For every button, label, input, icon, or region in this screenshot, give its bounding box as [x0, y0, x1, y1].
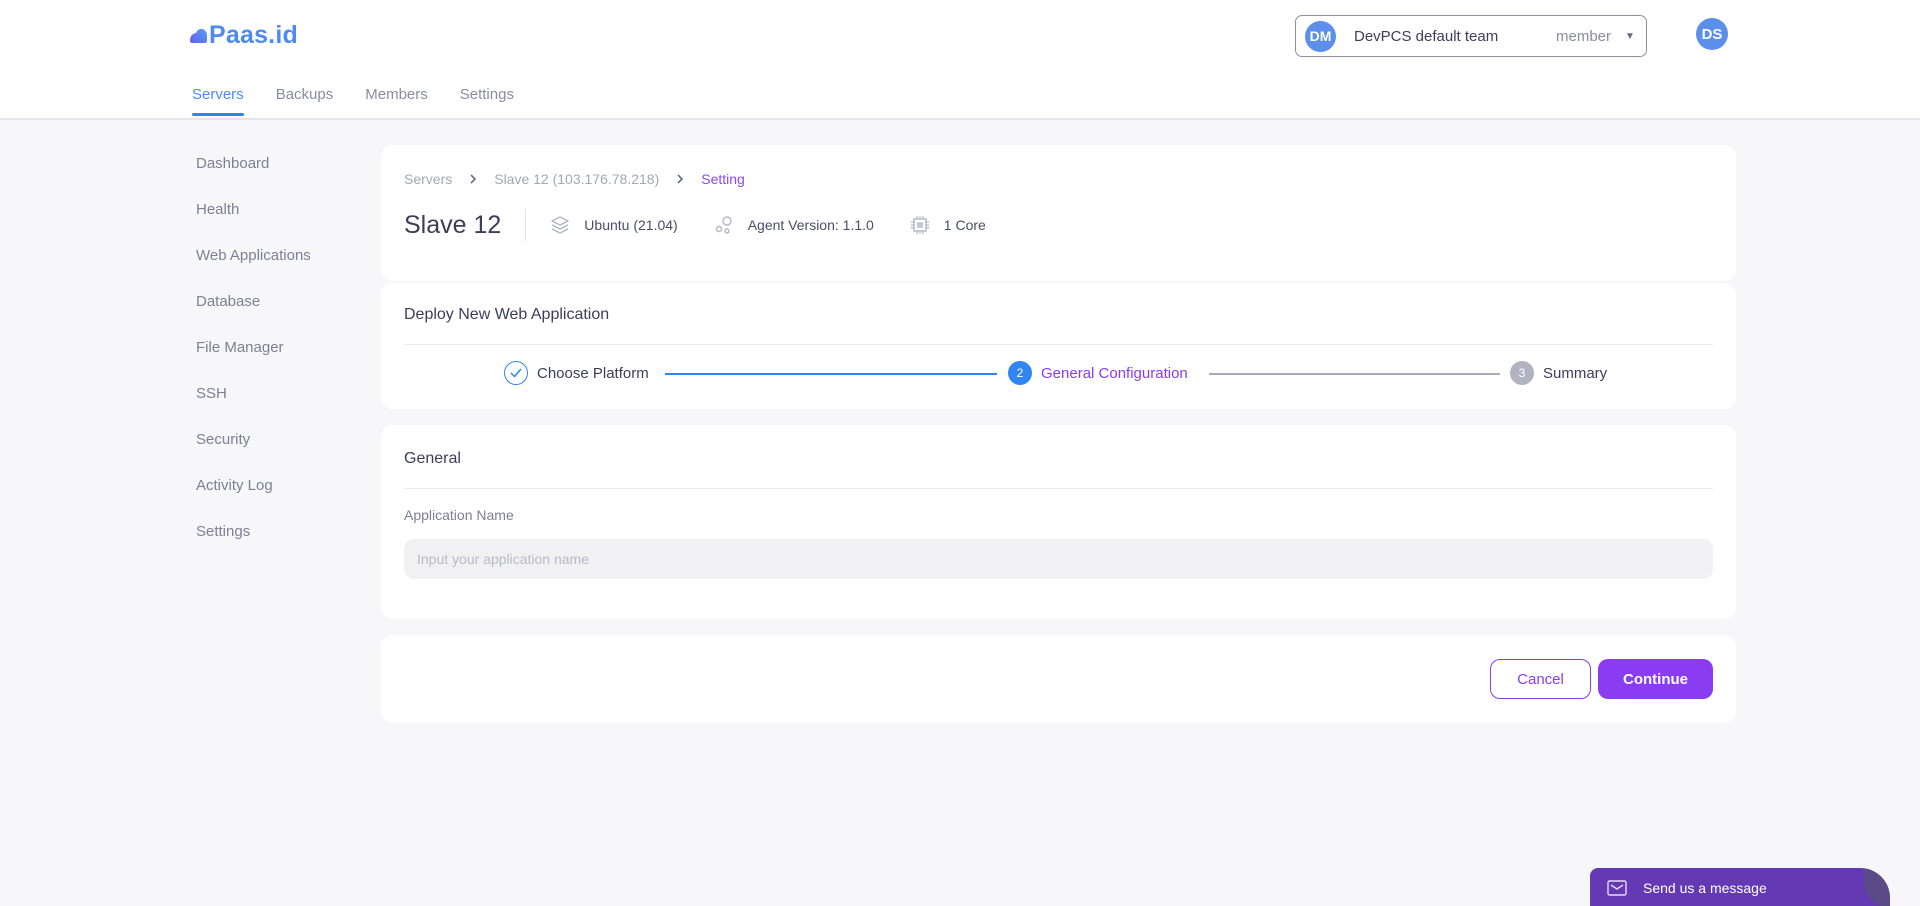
server-summary: Slave 12 Ubuntu (21.04) Agent Version: 1…	[404, 209, 1022, 241]
logo[interactable]: Paas.id	[188, 20, 298, 50]
server-os: Ubuntu (21.04)	[550, 215, 678, 235]
step-summary[interactable]: 3 Summary	[1510, 361, 1607, 385]
cancel-button[interactable]: Cancel	[1490, 659, 1591, 699]
user-avatar[interactable]: DS	[1696, 18, 1728, 50]
divider	[404, 488, 1713, 489]
server-name: Slave 12	[404, 210, 502, 239]
step-connector-complete	[665, 373, 997, 375]
chevron-right-icon	[470, 174, 477, 184]
step-choose-platform[interactable]: Choose Platform	[504, 361, 649, 385]
step-connector-pending	[1209, 373, 1500, 375]
chat-label: Send us a message	[1643, 880, 1767, 896]
agent-version-label: Agent Version: 1.1.0	[747, 217, 874, 233]
breadcrumb: Servers Slave 12 (103.176.78.218) Settin…	[404, 171, 745, 187]
tab-settings[interactable]: Settings	[460, 86, 514, 115]
breadcrumb-servers[interactable]: Servers	[404, 171, 452, 187]
sidebar-item-database[interactable]: Database	[196, 290, 311, 336]
general-title: General	[404, 450, 461, 467]
layers-icon	[551, 216, 570, 234]
agent-icon	[715, 216, 732, 234]
sidebar-item-dashboard[interactable]: Dashboard	[196, 152, 311, 198]
cores-label: 1 Core	[943, 217, 986, 233]
app-name-label: Application Name	[404, 507, 514, 523]
logo-text: Paas.id	[209, 20, 298, 49]
step-general-configuration[interactable]: 2 General Configuration	[1008, 361, 1188, 385]
chat-corner	[1864, 868, 1890, 906]
os-label: Ubuntu (21.04)	[584, 217, 678, 233]
breadcrumb-setting: Setting	[701, 171, 745, 187]
mail-icon	[1607, 880, 1627, 896]
sidebar-item-activity-log[interactable]: Activity Log	[196, 474, 311, 520]
general-card: General Application Name	[381, 425, 1736, 619]
continue-button[interactable]: Continue	[1598, 659, 1713, 699]
divider	[525, 209, 527, 241]
actions-card: Cancel Continue	[381, 635, 1736, 723]
server-info-card: Servers Slave 12 (103.176.78.218) Settin…	[381, 145, 1736, 281]
team-avatar: DM	[1305, 20, 1336, 52]
step-label: General Configuration	[1041, 364, 1188, 382]
chat-widget[interactable]: Send us a message	[1590, 868, 1890, 906]
top-header: Paas.id Servers Backups Members Settings…	[0, 0, 1920, 120]
sidebar-item-ssh[interactable]: SSH	[196, 382, 311, 428]
sidebar-item-security[interactable]: Security	[196, 428, 311, 474]
chevron-right-icon	[677, 174, 684, 184]
sidebar-item-health[interactable]: Health	[196, 198, 311, 244]
tab-members[interactable]: Members	[365, 86, 428, 115]
chevron-down-icon: ▼	[1625, 30, 1635, 42]
app-name-input[interactable]	[404, 539, 1713, 579]
divider	[404, 344, 1713, 345]
stepper: Choose Platform 2 General Configuration …	[504, 361, 1607, 387]
agent-version: Agent Version: 1.1.0	[714, 215, 874, 235]
deploy-title: Deploy New Web Application	[404, 306, 610, 323]
step-label: Choose Platform	[537, 364, 649, 382]
sidebar-item-file-manager[interactable]: File Manager	[196, 336, 311, 382]
step-number: 2	[1008, 361, 1032, 385]
check-icon	[504, 361, 528, 385]
tab-servers[interactable]: Servers	[192, 86, 244, 116]
step-number: 3	[1510, 361, 1534, 385]
sidebar-item-settings[interactable]: Settings	[196, 520, 311, 566]
cloud-logo-icon	[190, 28, 207, 43]
deploy-card: Deploy New Web Application Choose Platfo…	[381, 283, 1736, 409]
sidebar: Dashboard Health Web Applications Databa…	[196, 152, 311, 566]
team-name: DevPCS default team	[1354, 27, 1499, 45]
top-nav: Servers Backups Members Settings	[192, 86, 546, 116]
cpu-icon	[910, 216, 929, 234]
team-role: member	[1556, 27, 1612, 45]
breadcrumb-server[interactable]: Slave 12 (103.176.78.218)	[494, 171, 659, 187]
team-selector[interactable]: DM DevPCS default team member ▼	[1295, 15, 1647, 57]
server-cores: 1 Core	[910, 215, 986, 235]
sidebar-item-web-applications[interactable]: Web Applications	[196, 244, 311, 290]
step-label: Summary	[1543, 364, 1608, 382]
tab-backups[interactable]: Backups	[276, 86, 334, 115]
